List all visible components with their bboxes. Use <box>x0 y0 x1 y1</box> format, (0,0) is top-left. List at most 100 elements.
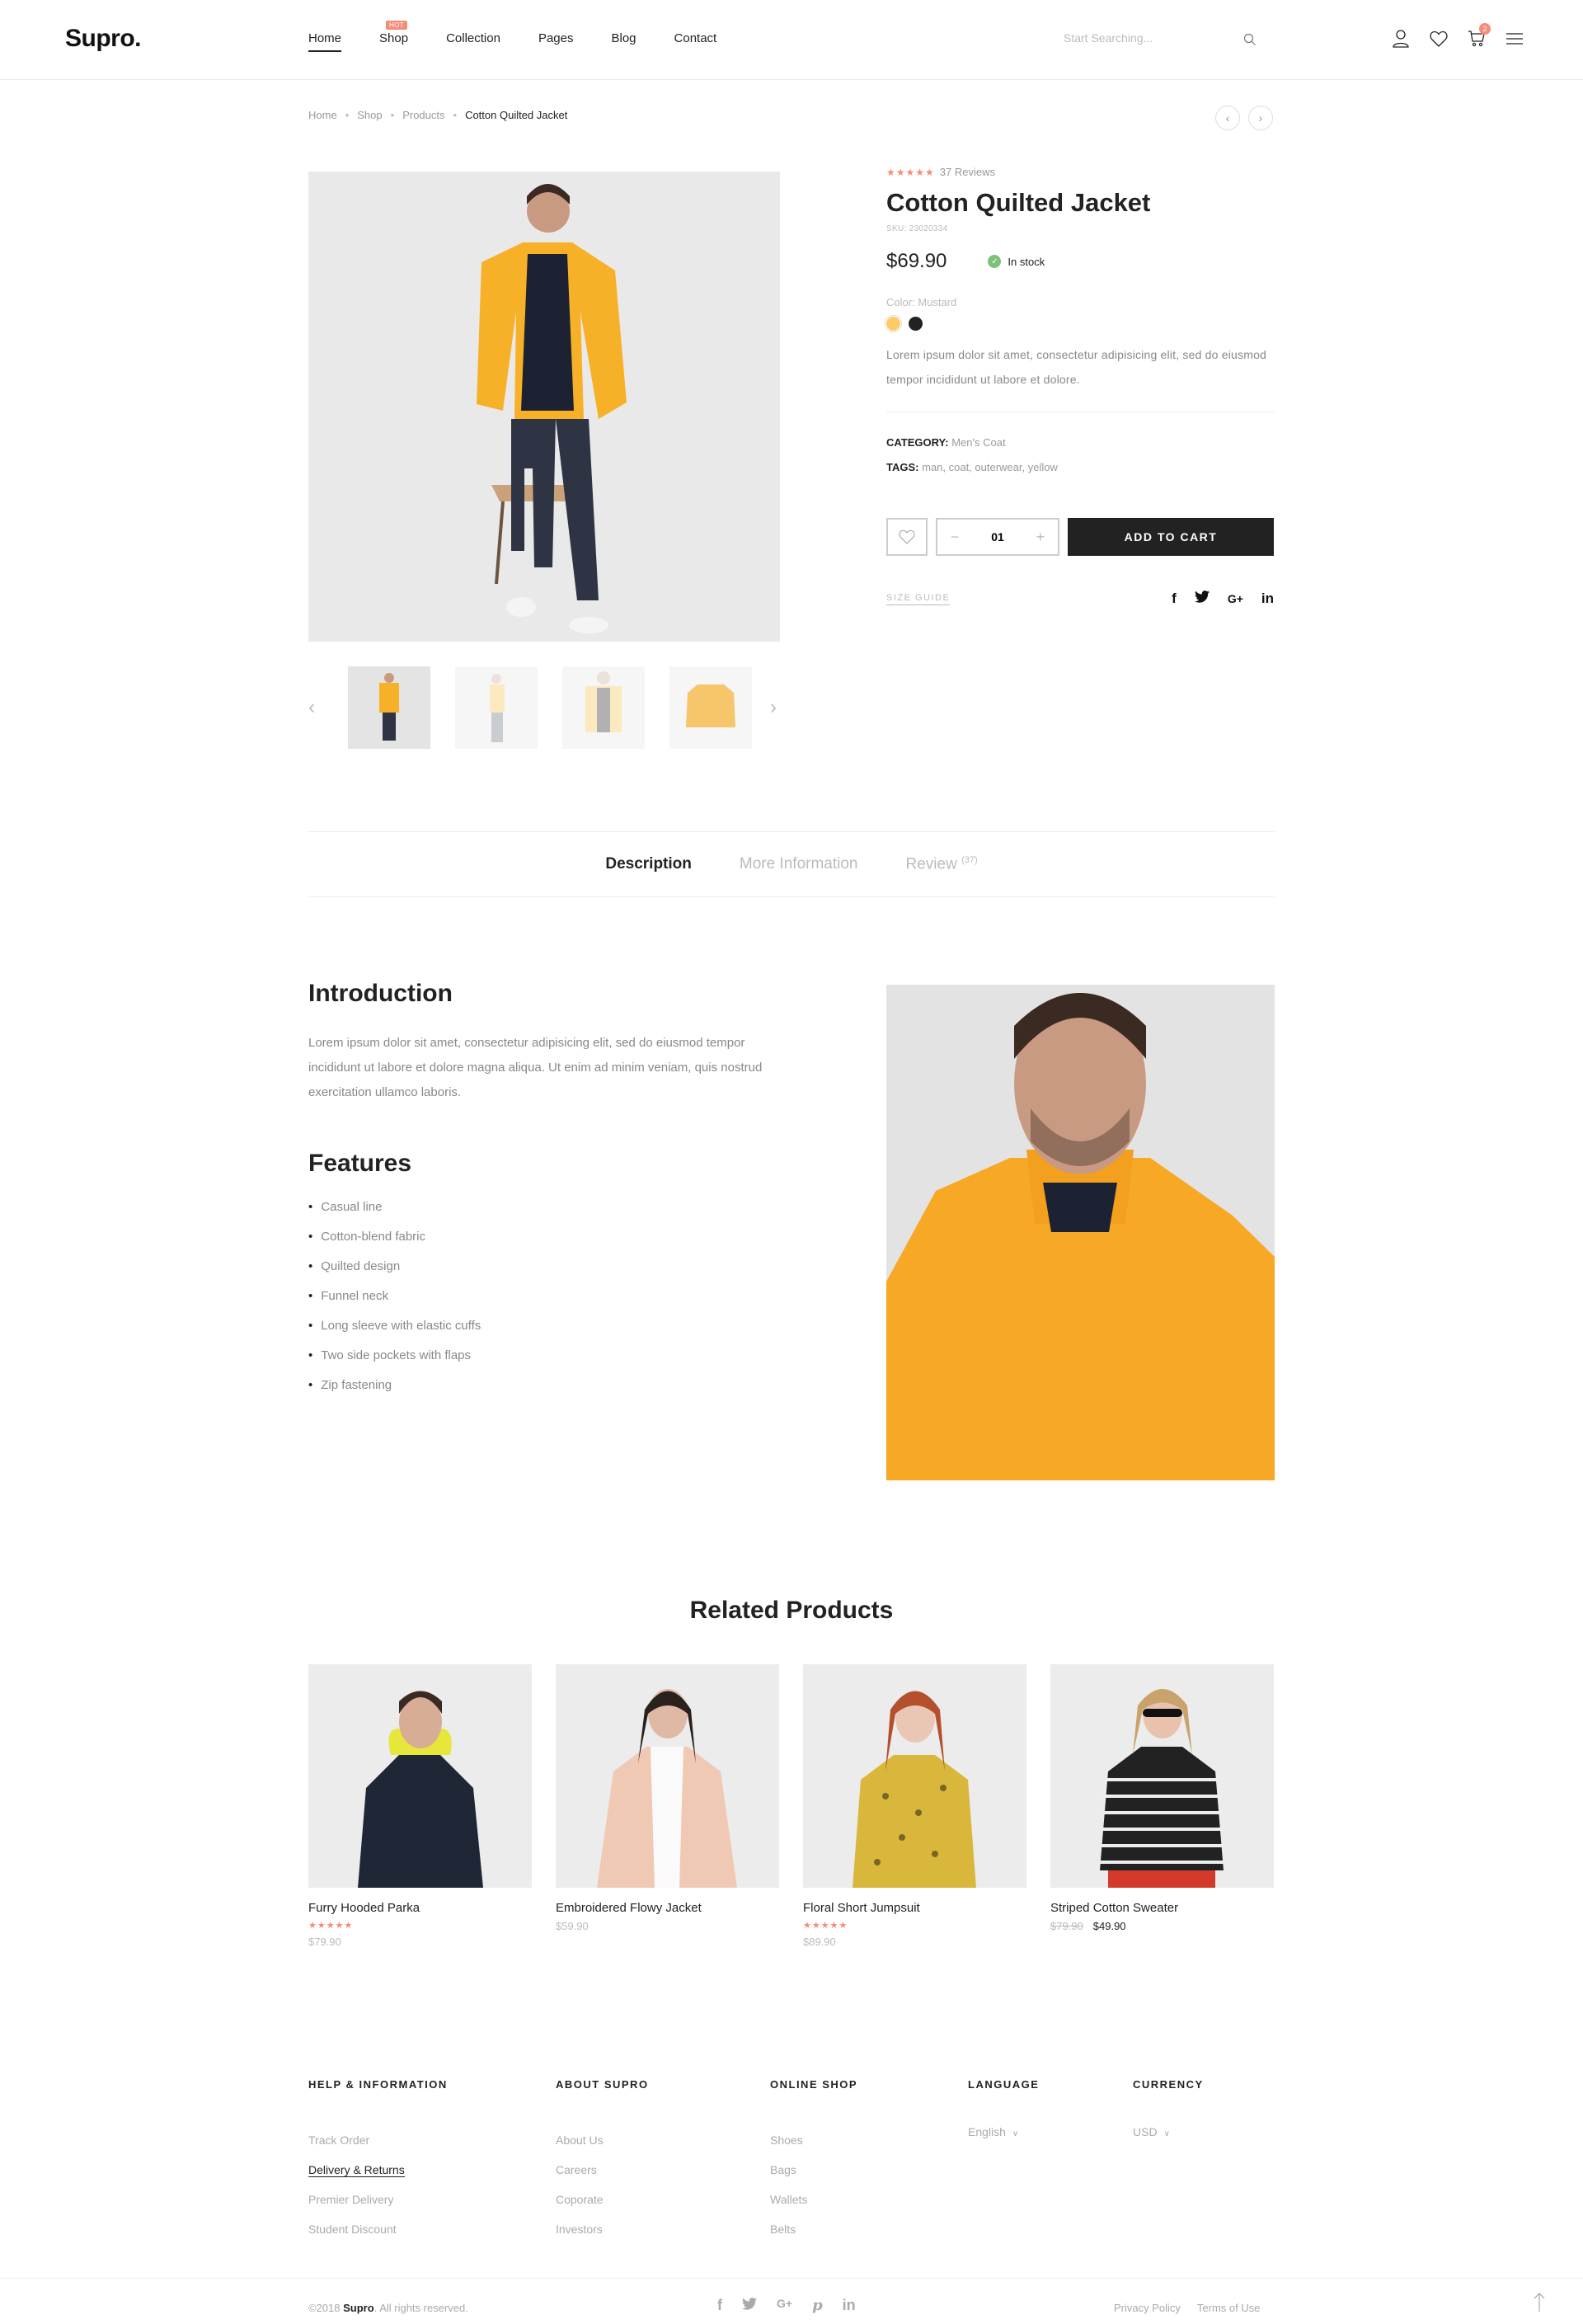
google-plus-icon[interactable]: G+ <box>777 2297 792 2314</box>
thumbnail-1[interactable] <box>348 666 430 749</box>
breadcrumb-products[interactable]: Products <box>402 109 444 121</box>
footer-link[interactable]: About Us <box>556 2133 604 2147</box>
arrow-up-icon <box>1534 2293 1545 2312</box>
related-product-card[interactable]: Embroidered Flowy Jacket $59.90 <box>556 1664 779 1932</box>
twitter-icon[interactable] <box>742 2297 757 2314</box>
product-image[interactable] <box>556 1664 779 1888</box>
stock-status: ✓ In stock <box>988 255 1045 268</box>
thumb-next-arrow-icon[interactable]: › <box>770 696 777 719</box>
product-name[interactable]: Striped Cotton Sweater <box>1050 1901 1274 1915</box>
swatch-black[interactable] <box>909 317 923 331</box>
footer-column-help: HELP & INFORMATION Track Order Delivery … <box>308 2078 448 2244</box>
breadcrumb-current: Cotton Quilted Jacket <box>465 109 568 121</box>
related-products-heading: Related Products <box>689 1597 894 1624</box>
heart-icon[interactable] <box>1430 30 1448 48</box>
thumbnail-4[interactable] <box>669 666 752 749</box>
swatch-mustard[interactable] <box>886 317 900 331</box>
product-image[interactable] <box>803 1664 1026 1888</box>
thumbnail-image <box>669 666 752 749</box>
footer-link[interactable]: Careers <box>556 2163 597 2176</box>
thumbnail-2[interactable] <box>455 666 538 749</box>
increase-quantity-button[interactable]: + <box>1036 529 1045 546</box>
privacy-policy-link[interactable]: Privacy Policy <box>1114 2302 1181 2314</box>
thumbnail-3[interactable] <box>562 666 645 749</box>
nav-shop-label: Shop <box>379 31 409 45</box>
footer-link[interactable]: Investors <box>556 2223 603 2236</box>
footer-link[interactable]: Wallets <box>770 2193 807 2206</box>
thumb-prev-arrow-icon[interactable]: ‹ <box>308 696 315 719</box>
currency-select[interactable]: USD ∨ <box>1133 2125 1204 2138</box>
cart-icon[interactable]: 2 <box>1468 23 1491 48</box>
next-product-button[interactable]: › <box>1248 106 1273 130</box>
purchase-actions: − + ADD TO CART <box>886 518 1274 556</box>
tags-value[interactable]: man, coat, outerwear, yellow <box>922 461 1058 473</box>
product-rating: ★★★★★ <box>803 1921 848 1931</box>
google-plus-icon[interactable]: G+ <box>1228 592 1243 605</box>
related-product-card[interactable]: Furry Hooded Parka ★★★★★ $79.90 <box>308 1664 532 1948</box>
search-input[interactable] <box>1064 31 1228 45</box>
linkedin-icon[interactable]: in <box>1261 590 1274 607</box>
add-to-wishlist-button[interactable] <box>886 518 928 556</box>
nav-contact[interactable]: Contact <box>674 31 717 52</box>
product-name[interactable]: Floral Short Jumpsuit <box>803 1901 1026 1915</box>
linkedin-icon[interactable]: in <box>843 2297 856 2314</box>
footer-link[interactable]: Student Discount <box>308 2223 397 2236</box>
nav-collection-label: Collection <box>446 31 500 45</box>
logo[interactable]: Supro. <box>65 25 142 53</box>
footer-link[interactable]: Premier Delivery <box>308 2193 393 2206</box>
breadcrumb-home[interactable]: Home <box>308 109 337 121</box>
prev-product-button[interactable]: ‹ <box>1215 106 1240 130</box>
quantity-stepper: − + <box>936 518 1059 556</box>
menu-icon[interactable] <box>1505 30 1524 48</box>
nav-home-label: Home <box>308 31 342 45</box>
breadcrumb-shop[interactable]: Shop <box>357 109 382 121</box>
facebook-icon[interactable]: f <box>1172 590 1177 607</box>
product-title: Cotton Quilted Jacket <box>886 188 1151 217</box>
size-guide-link[interactable]: SIZE GUIDE <box>886 593 951 605</box>
footer-links: Track Order Delivery & Returns Premier D… <box>308 2125 448 2244</box>
product-tabs: Description More Information Review (37) <box>308 831 1275 897</box>
product-price: $89.90 <box>803 1936 836 1948</box>
thumbnail-gallery: ‹ › <box>308 666 780 749</box>
nav-shop[interactable]: HOT Shop <box>379 21 409 52</box>
twitter-icon[interactable] <box>1194 590 1210 607</box>
user-icon[interactable] <box>1392 30 1410 48</box>
product-image[interactable] <box>1050 1664 1274 1888</box>
product-name[interactable]: Embroidered Flowy Jacket <box>556 1901 779 1915</box>
pinterest-icon[interactable]: p <box>812 2297 823 2314</box>
feature-item: Quilted design <box>308 1252 481 1282</box>
tab-review[interactable]: Review (37) <box>906 855 978 873</box>
footer-column-language: LANGUAGE English ∨ <box>968 2078 1039 2138</box>
footer-link[interactable]: Bags <box>770 2163 796 2176</box>
reviews-link[interactable]: 37 Reviews <box>940 166 995 178</box>
terms-of-use-link[interactable]: Terms of Use <box>1197 2302 1261 2314</box>
back-to-top-button[interactable] <box>1534 2292 1545 2316</box>
language-select[interactable]: English ∨ <box>968 2125 1039 2138</box>
footer-link[interactable]: Belts <box>770 2223 796 2236</box>
add-to-cart-button[interactable]: ADD TO CART <box>1068 518 1274 556</box>
color-label: Color: Mustard <box>886 296 957 308</box>
footer-links: Shoes Bags Wallets Belts <box>770 2125 857 2244</box>
product-name[interactable]: Furry Hooded Parka <box>308 1901 532 1915</box>
related-product-card[interactable]: Floral Short Jumpsuit ★★★★★ $89.90 <box>803 1664 1026 1948</box>
nav-blog[interactable]: Blog <box>611 31 636 52</box>
facebook-icon[interactable]: f <box>717 2297 722 2314</box>
footer-link[interactable]: Delivery & Returns <box>308 2163 405 2177</box>
footer-link[interactable]: Shoes <box>770 2133 803 2147</box>
nav-pages[interactable]: Pages <box>538 31 574 52</box>
quantity-input[interactable] <box>985 530 1010 543</box>
chevron-left-icon: ‹ <box>1225 111 1230 125</box>
search-icon[interactable] <box>1243 33 1257 50</box>
tab-description[interactable]: Description <box>605 855 692 873</box>
footer-link[interactable]: Track Order <box>308 2133 369 2147</box>
footer-link[interactable]: Coporate <box>556 2193 604 2206</box>
related-product-card[interactable]: Striped Cotton Sweater $79.90 $49.90 <box>1050 1664 1274 1932</box>
nav-home[interactable]: Home <box>308 31 342 52</box>
product-image[interactable] <box>308 1664 532 1888</box>
color-swatches <box>886 317 1274 331</box>
nav-collection[interactable]: Collection <box>446 31 500 52</box>
main-product-image[interactable] <box>308 172 780 642</box>
decrease-quantity-button[interactable]: − <box>951 529 960 546</box>
tab-more-information[interactable]: More Information <box>740 855 858 873</box>
category-value[interactable]: Men's Coat <box>951 436 1005 449</box>
